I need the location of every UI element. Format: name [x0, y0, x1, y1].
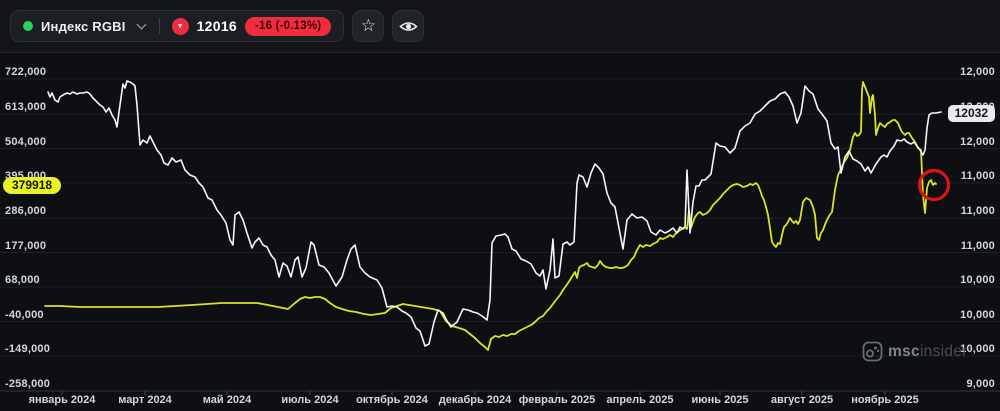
star-icon: ☆ — [360, 16, 376, 35]
y-axis-label-right: 11,000 — [960, 205, 995, 217]
price-down-icon: ▼ — [171, 17, 189, 35]
price-change-badge: -16 (-0.13%) — [245, 16, 332, 36]
last-price: 12016 — [196, 18, 237, 34]
x-axis-label: август 2025 — [770, 394, 834, 406]
chevron-down-icon[interactable] — [136, 19, 147, 30]
toolbar: Индекс RGBI ▼ 12016 -16 (-0.13%) ☆ — [0, 0, 1000, 53]
watermark: mscinsider — [862, 341, 968, 362]
x-axis-label: ноябрь 2025 — [851, 394, 919, 406]
y-axis-label-left: -40,000 — [5, 308, 44, 321]
y-axis-label-right: 12,000 — [960, 135, 995, 148]
watch-button[interactable] — [392, 10, 425, 42]
y-axis-label-right: 12,000 — [960, 66, 995, 78]
x-axis-label: июнь 2025 — [691, 394, 749, 406]
divider — [158, 18, 160, 34]
price-chart[interactable] — [0, 0, 1000, 411]
x-axis-label: декабрь 2024 — [438, 394, 512, 406]
instrument-name: Индекс RGBI — [41, 18, 126, 34]
x-axis-label: январь 2024 — [28, 394, 96, 406]
favorite-button[interactable]: ☆ — [352, 10, 385, 42]
gridlines — [0, 78, 1000, 357]
watermark-text: mscinsider — [888, 342, 968, 360]
y-axis-label-left: 722,000 — [5, 66, 47, 78]
y-axis-label-right: 11,000 — [960, 170, 995, 182]
y-axis-label-left: 613,000 — [5, 101, 47, 113]
x-axis-label: май 2024 — [202, 394, 252, 406]
x-axis-label: октябрь 2024 — [356, 394, 428, 406]
y-axis-label-left: 68,000 — [5, 274, 40, 286]
yellow-current-value-badge: 379918 — [3, 177, 62, 194]
white-current-value-badge: 12032 — [947, 105, 995, 122]
y-axis-label-left: 177,000 — [5, 239, 47, 252]
x-axis-label: апрель 2025 — [606, 394, 674, 406]
chart-window: Индекс RGBI ▼ 12016 -16 (-0.13%) ☆ 722,0… — [0, 0, 1000, 411]
mscinsider-logo-icon — [862, 341, 883, 362]
y-axis-label-right: 10,000 — [960, 274, 995, 286]
y-axis-label-left: -149,000 — [5, 343, 51, 355]
eye-icon — [399, 21, 418, 31]
y-axis-label-left: 286,000 — [5, 205, 47, 217]
instrument-selector[interactable]: Индекс RGBI ▼ 12016 -16 (-0.13%) — [10, 10, 345, 42]
yellow-series-line — [44, 81, 937, 351]
y-axis-label-right: 10,000 — [960, 308, 995, 321]
y-axis-label-left: 504,000 — [5, 135, 47, 148]
x-axis-label: июль 2024 — [281, 394, 339, 406]
x-axis-label: март 2024 — [118, 394, 172, 406]
y-axis-label-left: -258,000 — [5, 378, 51, 390]
y-axis-label-right: 9,000 — [966, 378, 995, 390]
y-axis-label-right: 11,000 — [960, 239, 995, 252]
x-axis-label: февраль 2025 — [518, 394, 596, 406]
market-status-dot — [23, 21, 33, 31]
